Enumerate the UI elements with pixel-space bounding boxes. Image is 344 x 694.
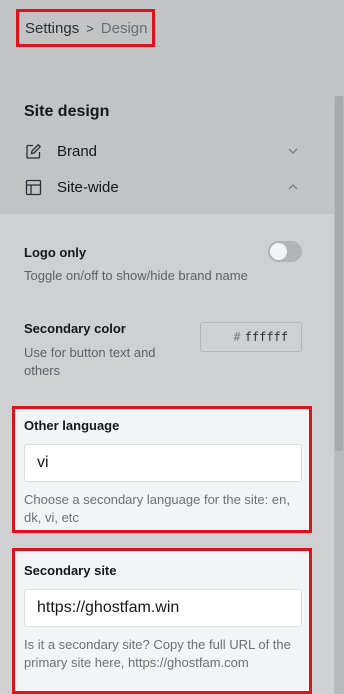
breadcrumb-separator: > bbox=[86, 20, 94, 36]
site-wide-row[interactable]: Site-wide bbox=[24, 173, 300, 201]
logo-only-toggle[interactable] bbox=[268, 241, 302, 262]
toggle-knob bbox=[270, 243, 287, 260]
scrollbar[interactable] bbox=[334, 96, 344, 694]
secondary-site-card: Secondary site https://ghostfam.win Is i… bbox=[12, 548, 312, 694]
other-language-title: Other language bbox=[24, 418, 120, 433]
breadcrumb: Settings > Design bbox=[16, 9, 155, 47]
section-title: Site design bbox=[24, 103, 110, 120]
scrollbar-thumb[interactable] bbox=[335, 96, 343, 451]
logo-only-title: Logo only bbox=[24, 245, 87, 260]
secondary-color-description: Use for button text and others bbox=[24, 345, 156, 378]
secondary-color-title: Secondary color bbox=[24, 321, 126, 336]
secondary-site-input[interactable]: https://ghostfam.win bbox=[24, 589, 302, 627]
hash-prefix: # bbox=[233, 330, 241, 344]
secondary-color-input[interactable]: # ffffff bbox=[200, 322, 302, 352]
chevron-up-icon bbox=[286, 180, 300, 194]
layout-icon bbox=[24, 178, 42, 196]
logo-only-description: Toggle on/off to show/hide brand name bbox=[24, 268, 248, 283]
site-wide-label: Site-wide bbox=[57, 178, 119, 196]
secondary-site-title: Secondary site bbox=[24, 563, 117, 578]
secondary-site-hint: Is it a secondary site? Copy the full UR… bbox=[24, 637, 291, 670]
breadcrumb-settings-link[interactable]: Settings bbox=[25, 20, 79, 37]
chevron-down-icon bbox=[286, 144, 300, 158]
other-language-input[interactable]: vi bbox=[24, 444, 302, 482]
other-language-hint: Choose a secondary language for the site… bbox=[24, 492, 290, 525]
breadcrumb-current: Design bbox=[100, 19, 148, 37]
other-language-card: Other language vi Choose a secondary lan… bbox=[12, 406, 312, 533]
brand-label: Brand bbox=[57, 142, 98, 160]
edit-icon bbox=[24, 142, 42, 160]
secondary-color-value: ffffff bbox=[244, 330, 288, 344]
brand-row[interactable]: Brand bbox=[24, 137, 300, 165]
